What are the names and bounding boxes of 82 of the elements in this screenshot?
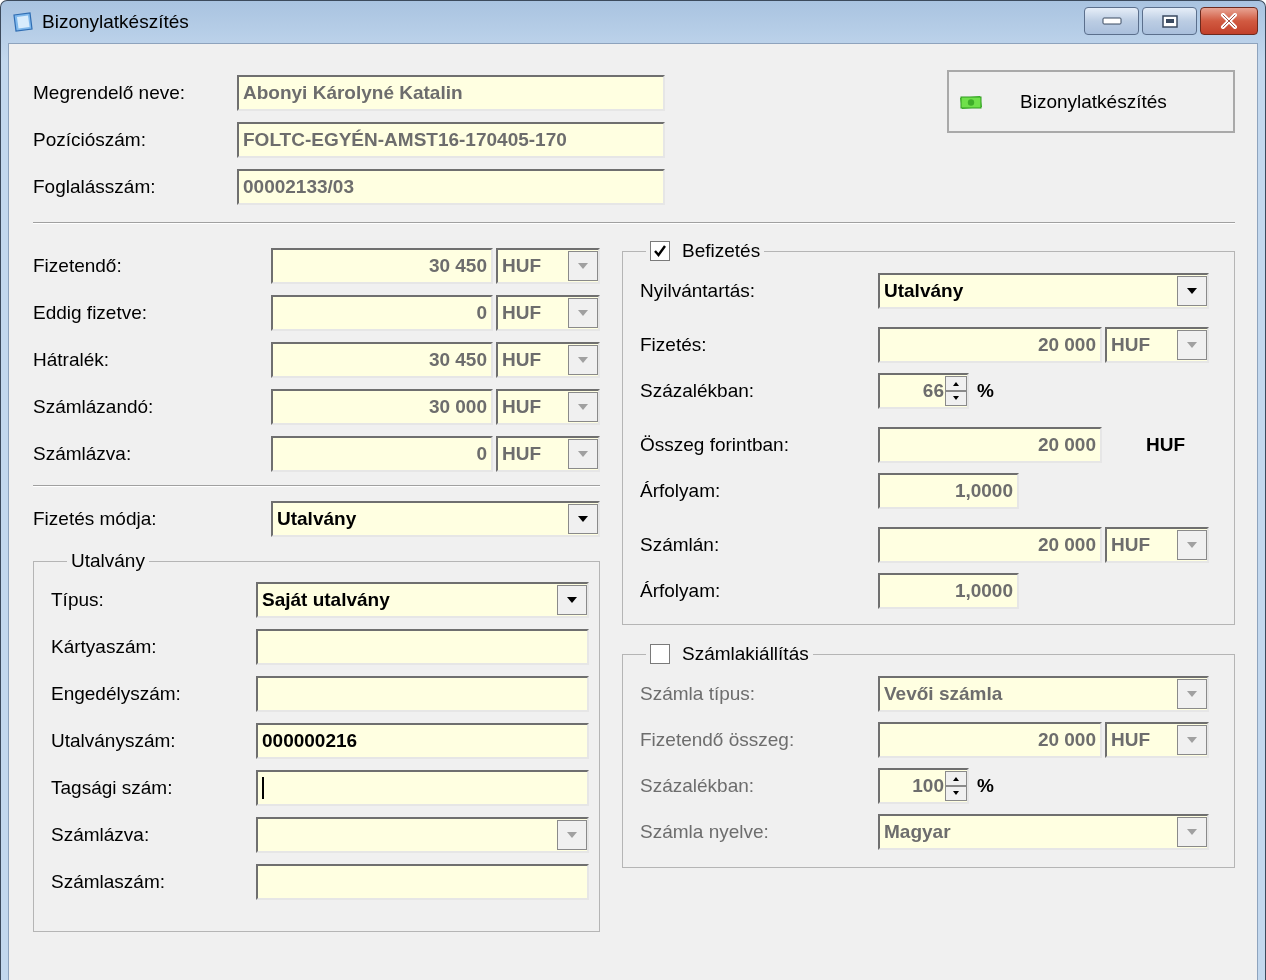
field-label: Tagsági szám: — [51, 776, 174, 799]
window-title: Bizonylatkészítés — [42, 11, 189, 33]
dropdown[interactable]: Saját utalvány — [256, 581, 589, 618]
currency-label: HUF — [1146, 434, 1186, 456]
spin-arrows-icon[interactable] — [945, 771, 967, 801]
field-label: Számla típus: — [640, 683, 757, 705]
dropdown-arrow-icon[interactable] — [577, 514, 589, 523]
input-field[interactable] — [256, 769, 589, 806]
field-label: Nyilvántartás: — [640, 280, 757, 302]
input-field[interactable]: 20 000 — [878, 722, 1102, 758]
input-field[interactable]: Abonyi Károlyné Katalin — [237, 74, 665, 111]
currency-dropdown[interactable]: HUF — [496, 247, 600, 284]
minimize-button[interactable] — [1084, 7, 1139, 35]
field-label: Számlán: — [640, 534, 721, 556]
input-field[interactable]: 1,0000 — [878, 473, 1019, 509]
input-field[interactable]: FOLTC-EGYÉN-AMST16-170405-170 — [237, 121, 665, 158]
input-field[interactable]: 0 — [271, 294, 493, 331]
field-label: Pozíciószám: — [33, 128, 147, 151]
currency-dropdown[interactable]: HUF — [496, 388, 600, 425]
dropdown-arrow-icon[interactable] — [1186, 287, 1198, 295]
maximize-button[interactable] — [1142, 7, 1197, 35]
field-label: Összeg forintban: — [640, 434, 790, 456]
field-label: Fizetés módja: — [33, 507, 158, 530]
field-label: Számla nyelve: — [640, 821, 770, 843]
input-field[interactable] — [256, 863, 589, 900]
currency-dropdown[interactable]: HUF — [1105, 327, 1209, 363]
input-field[interactable]: 20 000 — [878, 527, 1102, 563]
field-label: Fizetendő összeg: — [640, 729, 796, 751]
spin-arrows-icon[interactable] — [945, 376, 967, 406]
input-field[interactable] — [256, 628, 589, 665]
field-label: Hátralék: — [33, 348, 111, 371]
field-label: Számlázandó: — [33, 395, 155, 418]
close-button[interactable] — [1200, 7, 1258, 35]
create-document-button[interactable]: Bizonylatkészítés — [947, 70, 1235, 133]
input-field[interactable]: 0 — [271, 435, 493, 472]
field-label: Számlaszám: — [51, 870, 167, 893]
field-label: Fizetés: — [640, 334, 708, 356]
input-field[interactable]: 30 450 — [271, 247, 493, 284]
field-label: Eddig fizetve: — [33, 301, 149, 324]
input-field[interactable]: 30 000 — [271, 388, 493, 425]
spin-box[interactable]: 66 — [878, 373, 969, 409]
field-label: Fizetendő: — [33, 254, 123, 277]
input-field[interactable] — [256, 675, 589, 712]
field-label: Megrendelő neve: — [33, 81, 187, 104]
currency-dropdown[interactable]: HUF — [1105, 527, 1209, 563]
maximize-icon — [1161, 14, 1178, 28]
currency-dropdown[interactable]: HUF — [496, 435, 600, 472]
spin-box[interactable]: 100 — [878, 768, 969, 804]
unit-label: % — [977, 380, 994, 402]
dropdown[interactable]: Utalvány — [878, 273, 1209, 309]
field-label: Foglalásszám: — [33, 175, 157, 198]
currency-dropdown[interactable]: HUF — [496, 341, 600, 378]
field-label: Százalékban: — [640, 775, 756, 797]
field-label: Százalékban: — [640, 380, 756, 402]
input-field[interactable]: 00002133/03 — [237, 168, 665, 205]
field-label: Kártyaszám: — [51, 635, 158, 658]
money-icon — [958, 93, 984, 110]
input-field[interactable]: 1,0000 — [878, 573, 1019, 609]
group-title: Utalvány — [71, 550, 145, 572]
unit-label: % — [977, 775, 994, 797]
field-label: Számlázva: — [33, 442, 133, 465]
checkbox[interactable] — [650, 241, 670, 261]
input-field[interactable]: 20 000 — [878, 427, 1102, 463]
minimize-icon — [1101, 17, 1122, 25]
input-field[interactable]: 20 000 — [878, 327, 1102, 363]
currency-dropdown[interactable]: HUF — [1105, 722, 1209, 758]
field-label: Utalványszám: — [51, 729, 177, 752]
checkbox[interactable] — [650, 644, 670, 664]
field-label: Árfolyam: — [640, 580, 722, 602]
dropdown[interactable]: Utalvány — [271, 500, 600, 537]
field-label: Engedélyszám: — [51, 682, 182, 705]
field-label: Árfolyam: — [640, 480, 722, 502]
currency-dropdown[interactable]: HUF — [496, 294, 600, 331]
checkbox-label: Befizetés — [682, 240, 761, 262]
field-label: Típus: — [51, 588, 105, 611]
window-icon — [12, 12, 34, 32]
dropdown-arrow-icon[interactable] — [566, 595, 578, 604]
checkbox-label: Számlakiállítás — [682, 643, 809, 665]
input-field[interactable]: 30 450 — [271, 341, 493, 378]
close-icon — [1219, 13, 1239, 29]
field-label: Számlázva: — [51, 823, 151, 846]
input-field[interactable]: 000000216 — [256, 722, 589, 759]
